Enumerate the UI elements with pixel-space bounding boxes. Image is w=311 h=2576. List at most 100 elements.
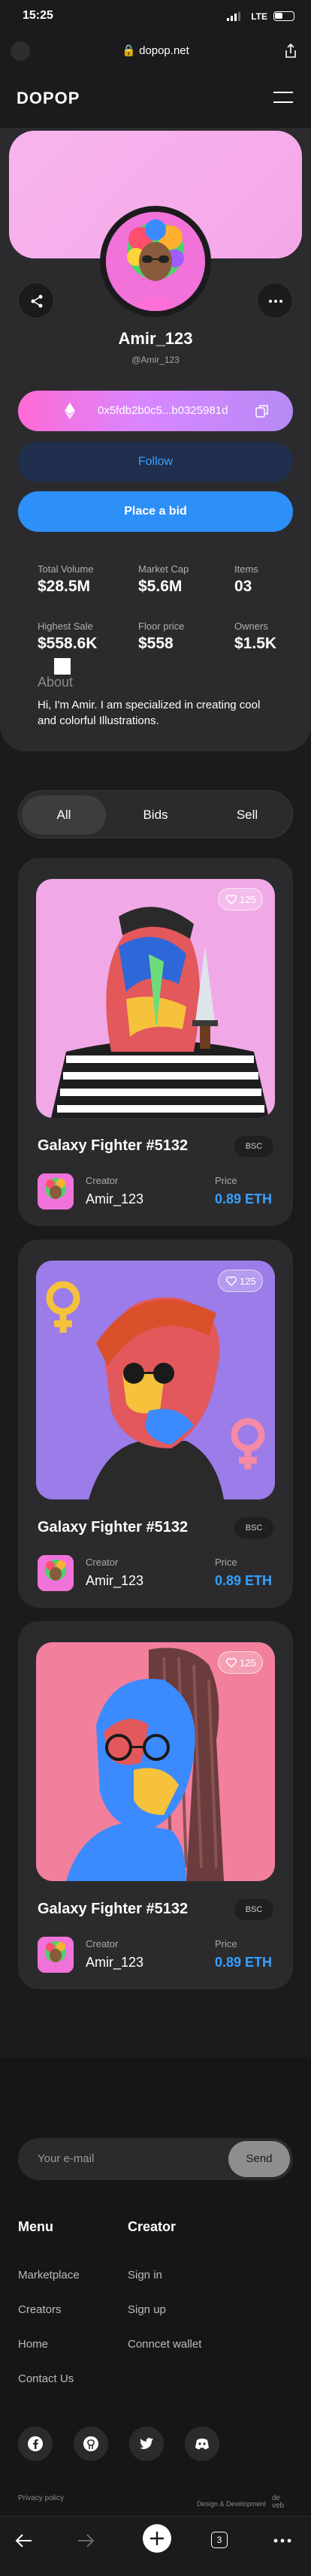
site-header: DOPOP xyxy=(0,74,311,119)
status-bar: 15:25 LTE xyxy=(0,0,311,35)
facebook-button[interactable] xyxy=(18,2427,53,2461)
creator-name[interactable]: Amir_123 xyxy=(86,1573,143,1589)
stat-value: $28.5M xyxy=(38,578,91,595)
nft-card[interactable]: 125 Galaxy Fighter #5132 BSC Creator Ami… xyxy=(18,1240,293,1608)
follow-button[interactable]: Follow xyxy=(18,442,293,482)
price-label: Price xyxy=(215,1557,237,1568)
stat-total-volume: Total Volume $28.5M xyxy=(38,563,128,596)
footer-link-marketplace[interactable]: Marketplace xyxy=(18,2269,80,2282)
nft-title[interactable]: Galaxy Fighter #5132 xyxy=(38,1137,188,1155)
like-button[interactable]: 125 xyxy=(218,1651,263,1674)
like-count: 125 xyxy=(240,894,256,905)
network-label: LTE xyxy=(251,11,267,22)
stat-market-cap: Market Cap $5.6M xyxy=(138,563,228,596)
stat-value: 03 xyxy=(234,578,252,595)
twitter-button[interactable] xyxy=(129,2427,164,2461)
privacy-policy-link[interactable]: Privacy policy xyxy=(18,2494,64,2502)
avatar xyxy=(100,206,211,317)
tab-sell[interactable]: Sell xyxy=(205,796,289,835)
place-bid-button[interactable]: Place a bid xyxy=(18,491,293,532)
chain-badge: BSC xyxy=(234,1136,273,1157)
stat-label: Total Volume xyxy=(38,563,94,575)
profile-handle: @Amir_123 xyxy=(131,355,180,365)
send-button[interactable]: Send xyxy=(228,2141,290,2177)
footer-link-home[interactable]: Home xyxy=(18,2338,48,2351)
browser-url-bar: 🔒 dopop.net xyxy=(0,35,311,68)
wallet-address-pill[interactable]: 0x5fdb2b0c5...b0325981d xyxy=(18,391,293,431)
github-icon xyxy=(83,2436,98,2451)
profile-card: Amir_123 @Amir_123 0x5fdb2b0c5...b032598… xyxy=(0,128,311,751)
price-value: 0.89 ETH xyxy=(215,1191,273,1206)
stat-label: Highest Sale xyxy=(38,621,93,632)
nft-card[interactable]: 125 Galaxy Fighter #5132 BSC Creator Ami… xyxy=(18,858,293,1226)
creator-avatar xyxy=(38,1173,74,1209)
creator-name[interactable]: Amir_123 xyxy=(86,1955,143,1971)
tab-bids[interactable]: Bids xyxy=(113,796,198,835)
stat-value: $558.6K xyxy=(38,635,98,652)
like-button[interactable]: 125 xyxy=(218,1270,263,1292)
new-tab-icon[interactable] xyxy=(141,2523,173,2554)
footer-link-sign-up[interactable]: Sign up xyxy=(128,2303,166,2316)
agency-logo-icon: de veb xyxy=(272,2494,285,2509)
nft-artwork-image xyxy=(36,879,275,1118)
footer-creator-title: Creator xyxy=(128,2219,177,2234)
nft-title[interactable]: Galaxy Fighter #5132 xyxy=(38,1519,188,1536)
price-value: 0.89 ETH xyxy=(215,1573,273,1588)
more-dots-icon xyxy=(269,300,282,303)
tab-switcher-button[interactable]: 3 xyxy=(211,2532,228,2548)
profile-username: Amir_123 xyxy=(118,329,193,348)
chain-badge: BSC xyxy=(234,1899,273,1920)
status-time: 15:25 xyxy=(23,9,53,22)
creator-label: Creator xyxy=(86,1557,119,1568)
nft-artwork-image xyxy=(36,1642,275,1881)
lock-icon: 🔒 xyxy=(122,44,140,57)
browser-toolbar: 3 xyxy=(0,2516,311,2576)
twitter-icon xyxy=(140,2438,153,2449)
creator-name[interactable]: Amir_123 xyxy=(86,1191,143,1207)
price-value: 0.89 ETH xyxy=(215,1955,273,1970)
nft-artwork[interactable] xyxy=(36,1642,275,1881)
battery-icon xyxy=(273,11,294,21)
github-button[interactable] xyxy=(74,2427,108,2461)
heart-icon xyxy=(226,1276,237,1286)
ethereum-icon xyxy=(65,403,75,419)
footer-link-sign-in[interactable]: Sign in xyxy=(128,2269,162,2282)
url-field[interactable]: 🔒 dopop.net xyxy=(0,44,311,57)
facebook-icon xyxy=(28,2436,43,2451)
like-button[interactable]: 125 xyxy=(218,888,263,911)
menu-icon[interactable] xyxy=(273,92,293,104)
discord-icon xyxy=(195,2439,209,2450)
tab-all[interactable]: All xyxy=(22,796,106,835)
footer-menu-title: Menu xyxy=(18,2219,53,2234)
filter-tabs: All Bids Sell xyxy=(18,790,293,838)
stat-label: Market Cap xyxy=(138,563,189,575)
forward-arrow-icon[interactable] xyxy=(72,2527,99,2554)
more-options-button[interactable] xyxy=(257,282,293,319)
nft-card[interactable]: 125 Galaxy Fighter #5132 BSC Creator Ami… xyxy=(18,1621,293,1989)
creator-label: Creator xyxy=(86,1938,119,1949)
stat-value: $558 xyxy=(138,635,174,652)
share-profile-button[interactable] xyxy=(18,282,54,319)
share-nodes-icon xyxy=(31,294,43,308)
site-logo[interactable]: DOPOP xyxy=(17,89,80,108)
heart-icon xyxy=(226,895,237,904)
footer-link-connect-wallet[interactable]: Conncet wallet xyxy=(128,2338,201,2351)
share-icon[interactable] xyxy=(284,44,297,59)
svg-text:veb: veb xyxy=(272,2502,285,2509)
copy-icon[interactable] xyxy=(255,404,269,418)
nft-artwork[interactable] xyxy=(36,1261,275,1499)
about-placeholder-box xyxy=(54,658,71,675)
url-text: dopop.net xyxy=(139,44,189,57)
creator-avatar xyxy=(38,1937,74,1973)
design-credit: Design & Development xyxy=(196,2500,266,2508)
nft-title[interactable]: Galaxy Fighter #5132 xyxy=(38,1901,188,1918)
email-input[interactable]: Your e-mail xyxy=(38,2152,94,2165)
heart-icon xyxy=(226,1658,237,1668)
footer-link-contact[interactable]: Contact Us xyxy=(18,2372,74,2385)
footer-link-creators[interactable]: Creators xyxy=(18,2303,62,2316)
nft-artwork[interactable] xyxy=(36,879,275,1118)
more-menu-icon[interactable] xyxy=(269,2527,296,2554)
back-arrow-icon[interactable] xyxy=(11,2527,38,2554)
avatar-illustration xyxy=(106,212,205,311)
discord-button[interactable] xyxy=(185,2427,219,2461)
